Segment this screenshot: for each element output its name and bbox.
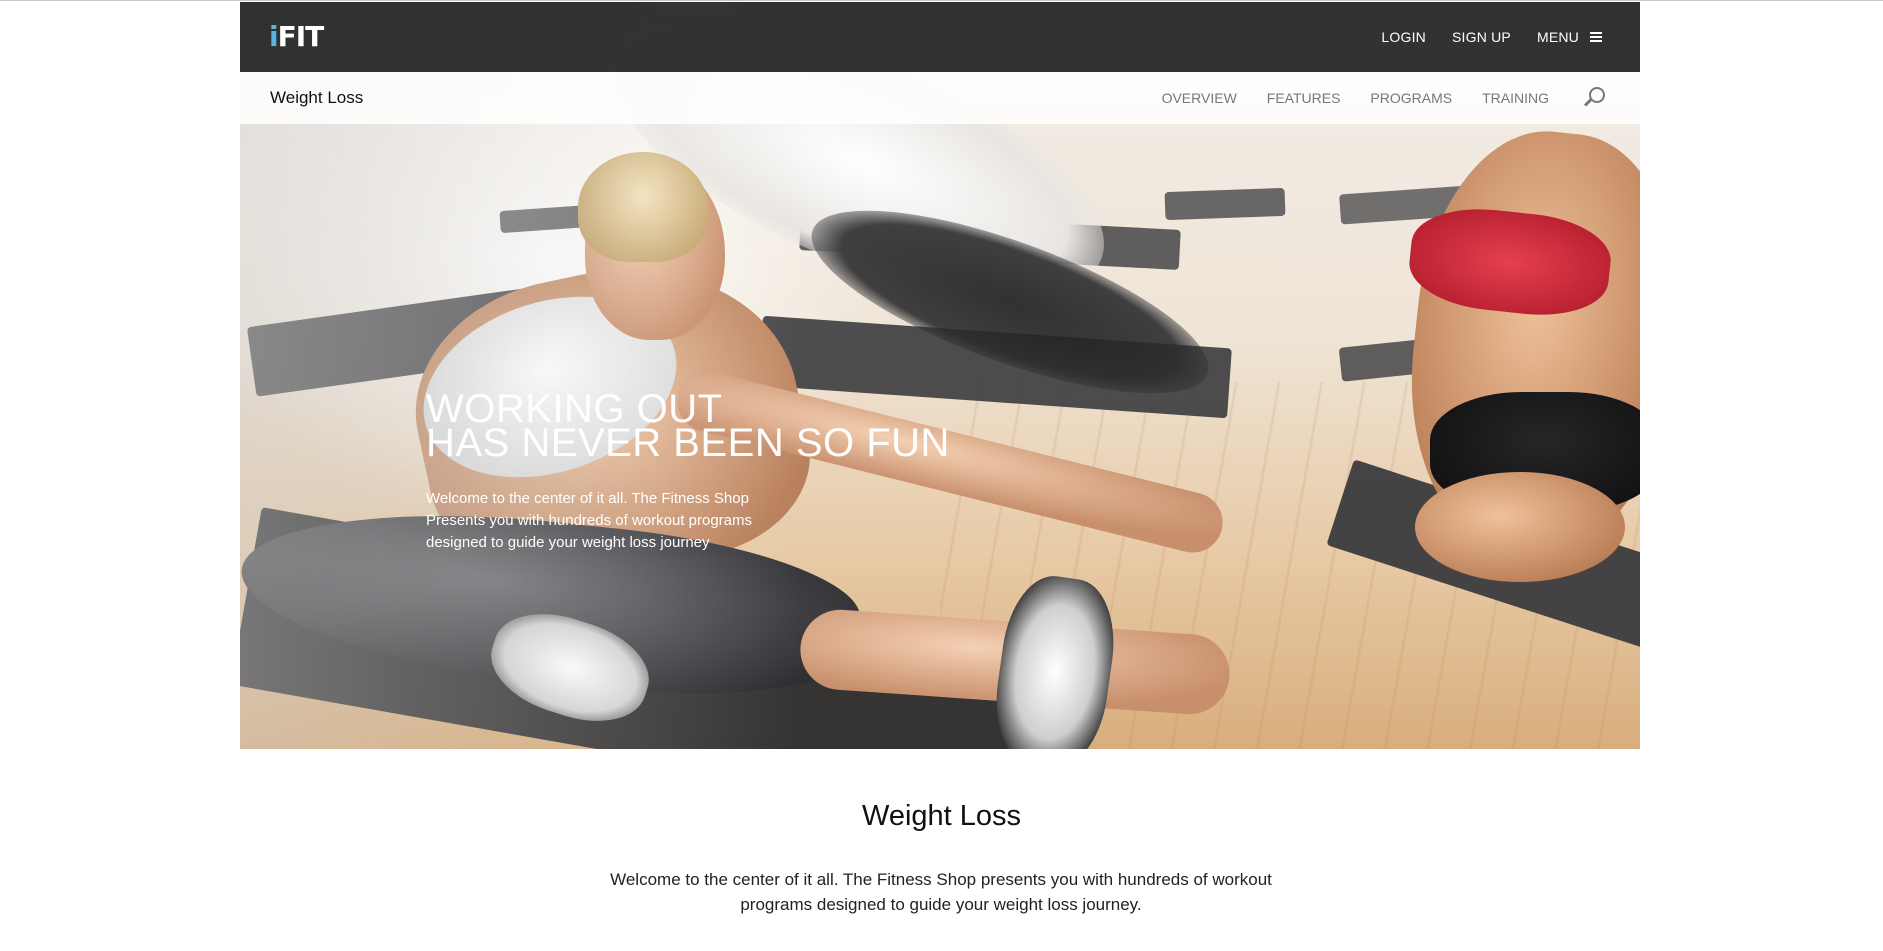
hero-description: Welcome to the center of it all. The Fit… [426, 488, 786, 554]
nav-programs[interactable]: PROGRAMS [1370, 90, 1452, 106]
login-link[interactable]: LOGIN [1381, 29, 1426, 45]
page-container: iFIT LOGIN SIGN UP MENU Weight Loss OVER… [240, 2, 1640, 749]
hero-description-line: Welcome to the center of it all. The Fit… [426, 490, 749, 507]
menu-button[interactable]: MENU [1537, 29, 1602, 45]
hamburger-icon [1590, 30, 1602, 44]
intro-paragraph: Welcome to the center of it all. The Fit… [541, 867, 1341, 917]
section-navigation-bar: Weight Loss OVERVIEW FEATURES PROGRAMS T… [240, 72, 1640, 124]
section-title: Weight Loss [270, 88, 364, 107]
signup-link[interactable]: SIGN UP [1452, 29, 1511, 45]
intro-line: Welcome to the center of it all. The Fit… [610, 870, 1272, 889]
search-icon[interactable] [1583, 87, 1605, 109]
account-nav: LOGIN SIGN UP MENU [1381, 2, 1602, 72]
logo-text: FIT [277, 20, 325, 53]
nav-features[interactable]: FEATURES [1267, 90, 1341, 106]
hero-headline-line: HAS NEVER BEEN SO FUN [426, 421, 950, 465]
hero-description-line: designed to guide your weight loss journ… [426, 534, 710, 551]
hero-caption: WORKING OUT HAS NEVER BEEN SO FUN Welcom… [426, 389, 986, 554]
ifit-logo[interactable]: iFIT [269, 20, 325, 53]
hero-description-line: Presents you with hundreds of workout pr… [426, 512, 752, 529]
nav-overview[interactable]: OVERVIEW [1162, 90, 1237, 106]
page-heading: Weight Loss [861, 800, 1022, 832]
logo-i: i [269, 20, 279, 53]
intro-line: programs designed to guide your weight l… [740, 895, 1142, 914]
browser-top-rule [0, 0, 1883, 1]
hero-headline: WORKING OUT HAS NEVER BEEN SO FUN [426, 389, 986, 465]
section-nav: OVERVIEW FEATURES PROGRAMS TRAINING [1132, 72, 1605, 124]
nav-training[interactable]: TRAINING [1482, 90, 1549, 106]
top-navigation-bar: iFIT LOGIN SIGN UP MENU [240, 2, 1640, 72]
menu-label: MENU [1536, 29, 1579, 45]
